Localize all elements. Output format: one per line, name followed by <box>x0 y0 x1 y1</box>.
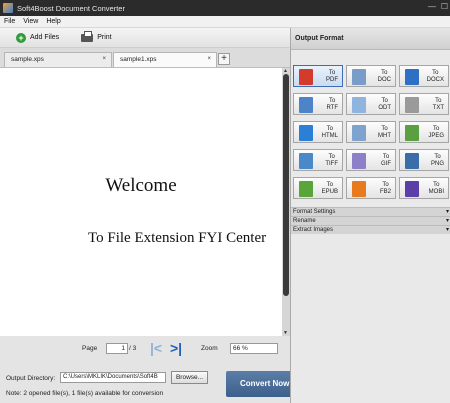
format-label: To PNG <box>430 154 444 167</box>
format-rtf-button[interactable]: To RTF <box>293 93 343 115</box>
output-directory-label: Output Directory: <box>6 375 56 382</box>
tab-label: sample.xps <box>11 56 44 63</box>
chevron-down-icon: ▾ <box>445 227 449 233</box>
tab-label: sample1.xps <box>120 56 157 63</box>
close-tab-icon[interactable]: × <box>102 56 106 62</box>
document-heading: Welcome <box>105 175 177 196</box>
format-docx-button[interactable]: To DOCX <box>399 65 449 87</box>
docx-icon <box>405 69 419 85</box>
zoom-label: Zoom <box>201 345 218 352</box>
add-tab-button[interactable]: + <box>218 53 230 65</box>
extract-images-row[interactable]: Extract Images ▾ <box>291 225 450 234</box>
format-label: To HTML <box>321 126 338 139</box>
menu-bar: File View Help <box>0 16 450 28</box>
format-label: To RTF <box>326 98 338 111</box>
fb2-icon <box>352 181 366 197</box>
format-pdf-button[interactable]: To PDF <box>293 65 343 87</box>
menu-help[interactable]: Help <box>46 18 60 25</box>
maximize-icon[interactable]: ☐ <box>441 2 448 11</box>
print-label: Print <box>97 34 112 41</box>
document-tabs: sample.xps × sample1.xps × + <box>0 48 290 68</box>
document-viewer: Welcome To File Extension FYI Center ▲ ▼ <box>0 68 290 336</box>
document-subheading: To File Extension FYI Center <box>88 230 267 246</box>
format-tiff-button[interactable]: To TIFF <box>293 149 343 171</box>
output-format-panel: Output Format To PDF To DOC To DOCX To RTF To ODT… <box>290 28 450 403</box>
format-label: To TXT <box>432 98 444 111</box>
pdf-icon <box>299 69 313 85</box>
window-controls: — ☐ <box>428 2 448 11</box>
vertical-scrollbar[interactable]: ▲ ▼ <box>282 68 290 336</box>
format-epub-button[interactable]: To EPUB <box>293 177 343 199</box>
format-label: To GIF <box>381 154 391 167</box>
jpeg-icon <box>405 125 419 141</box>
rtf-icon <box>299 97 313 113</box>
format-label: To JPEG <box>428 126 444 139</box>
print-button[interactable]: Print <box>81 30 112 42</box>
mht-icon <box>352 125 366 141</box>
browse-button[interactable]: Browse... <box>171 371 208 384</box>
gif-icon <box>352 153 366 169</box>
document-page: Welcome To File Extension FYI Center <box>0 68 282 336</box>
format-label: To ODT <box>378 98 391 111</box>
format-label: To DOC <box>377 70 391 83</box>
odt-icon <box>352 97 366 113</box>
zoom-input[interactable]: 66 % <box>230 343 278 354</box>
png-icon <box>405 153 419 169</box>
format-label: To PDF <box>326 70 338 83</box>
printer-icon <box>81 30 94 42</box>
tab-sample1-xps[interactable]: sample1.xps × <box>113 52 217 67</box>
format-label: To TIFF <box>325 154 338 167</box>
close-tab-icon[interactable]: × <box>207 56 211 62</box>
last-page-icon[interactable]: >| <box>170 340 182 356</box>
tab-sample-xps[interactable]: sample.xps × <box>4 52 112 67</box>
page-number-input[interactable]: 1 <box>106 343 128 354</box>
menu-view[interactable]: View <box>23 18 38 25</box>
toolbar: + Add Files Print <box>0 28 290 48</box>
title-bar: Soft4Boost Document Converter — ☐ <box>0 0 450 16</box>
page-navigation: Page 1 / 3 |< >| Zoom 66 % <box>0 336 290 366</box>
format-txt-button[interactable]: To TXT <box>399 93 449 115</box>
format-mobi-button[interactable]: To MOBI <box>399 177 449 199</box>
property-list: Format Settings ▾ Rename ▾ Extract Images ▾ <box>291 207 450 234</box>
chevron-down-icon: ▾ <box>445 218 449 224</box>
format-gif-button[interactable]: To GIF <box>346 149 396 171</box>
convert-now-button[interactable]: Convert Now! <box>226 371 292 397</box>
format-label: To MHT <box>378 126 391 139</box>
app-icon <box>3 3 13 13</box>
doc-icon <box>352 69 366 85</box>
scrollbar-thumb[interactable] <box>283 74 289 296</box>
add-files-button[interactable]: + Add Files <box>16 32 60 43</box>
add-files-label: Add Files <box>30 34 60 41</box>
output-directory-input[interactable]: C:\Users\MKLIK\Documents\Soft4B <box>60 372 166 383</box>
status-note: Note: 2 opened file(s), 1 file(s) availa… <box>6 390 164 397</box>
page-total: / 3 <box>129 345 137 352</box>
format-fb2-button[interactable]: To FB2 <box>346 177 396 199</box>
minimize-icon[interactable]: — <box>428 2 436 11</box>
format-label: To EPUB <box>321 182 338 195</box>
mobi-icon <box>405 181 419 197</box>
format-label: To DOCX <box>426 70 444 83</box>
epub-icon <box>299 181 313 197</box>
first-page-icon[interactable]: |< <box>150 340 162 356</box>
html-icon <box>299 125 313 141</box>
page-label: Page <box>82 345 98 352</box>
format-settings-row[interactable]: Format Settings ▾ <box>291 207 450 216</box>
format-html-button[interactable]: To HTML <box>293 121 343 143</box>
menu-file[interactable]: File <box>4 18 15 25</box>
format-odt-button[interactable]: To ODT <box>346 93 396 115</box>
tiff-icon <box>299 153 313 169</box>
chevron-down-icon: ▾ <box>445 209 449 215</box>
format-label: To FB2 <box>379 182 391 195</box>
format-jpeg-button[interactable]: To JPEG <box>399 121 449 143</box>
format-label: To MOBI <box>428 182 444 195</box>
add-icon: + <box>16 32 26 43</box>
format-mht-button[interactable]: To MHT <box>346 121 396 143</box>
output-format-header: Output Format <box>291 28 450 50</box>
rename-row[interactable]: Rename ▾ <box>291 216 450 225</box>
format-doc-button[interactable]: To DOC <box>346 65 396 87</box>
window-title: Soft4Boost Document Converter <box>17 3 125 13</box>
txt-icon <box>405 97 419 113</box>
format-png-button[interactable]: To PNG <box>399 149 449 171</box>
